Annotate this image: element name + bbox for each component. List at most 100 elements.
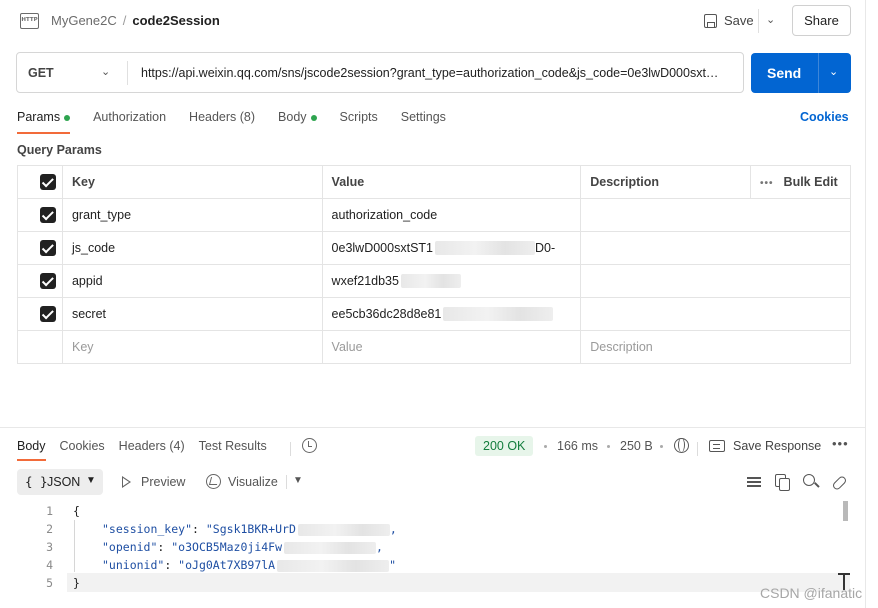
format-select[interactable]: { } JSON ▼ [17, 469, 103, 495]
tab-authorization[interactable]: Authorization [93, 110, 166, 134]
param-description[interactable] [580, 297, 851, 331]
bulk-edit-label: Bulk Edit [783, 175, 838, 189]
param-key[interactable]: secret [61, 297, 323, 331]
visualize-icon[interactable] [206, 474, 221, 489]
param-key[interactable]: appid [61, 264, 323, 298]
json-trailing: , [389, 522, 397, 536]
json-key: "openid" [102, 540, 158, 554]
code-line: "unionid": "oJg0At7XB97lA " [102, 558, 396, 572]
save-label: Save [724, 13, 754, 28]
tab-body[interactable]: Body [278, 110, 317, 134]
search-icon[interactable] [803, 474, 819, 490]
send-button[interactable]: Send ⌄ [751, 53, 851, 93]
visualize-chevron-down-icon[interactable]: ▼ [293, 475, 303, 486]
vertical-scrollbar[interactable] [843, 501, 848, 521]
pane-edge [865, 0, 866, 608]
table-row: grant_type authorization_code [17, 198, 851, 232]
tab-scripts[interactable]: Scripts [340, 110, 378, 134]
preview-button[interactable]: Preview [141, 475, 185, 489]
response-time[interactable]: 166 ms [557, 439, 598, 453]
breadcrumb-workspace[interactable]: MyGene2C [51, 13, 117, 28]
save-response-icon [709, 440, 725, 452]
json-value: "o3OCB5Maz0ji4Fw [171, 540, 283, 554]
save-button[interactable]: Save [704, 13, 754, 28]
tab-params[interactable]: Params [17, 110, 71, 134]
table-row: js_code 0e3lwD000sxtST1 D0- [17, 231, 851, 265]
row-checkbox-cell [17, 198, 63, 232]
bulk-edit-button[interactable]: ••• Bulk Edit [750, 165, 851, 199]
more-icon[interactable]: ••• [832, 436, 849, 451]
tab-label: Settings [400, 110, 446, 124]
response-size[interactable]: 250 B [620, 439, 653, 453]
divider [286, 475, 287, 489]
send-options-chevron-down-icon[interactable]: ⌄ [829, 65, 838, 78]
table-row-placeholder: Key Value Description [17, 330, 851, 364]
redacted-blur [284, 541, 377, 554]
request-url-bar: GET ⌄ https://api.weixin.qq.com/sns/jsco… [16, 52, 744, 93]
request-name[interactable]: code2Session [132, 13, 219, 28]
new-value-input[interactable]: Value [321, 330, 582, 364]
param-description[interactable] [580, 198, 851, 232]
divider [290, 442, 291, 456]
share-button[interactable]: Share [792, 5, 851, 36]
tab-settings[interactable]: Settings [401, 110, 446, 134]
param-value-cell[interactable]: 0e3lwD000sxtST1 D0- [321, 231, 582, 265]
current-line-highlight [67, 573, 850, 592]
response-body-editor[interactable]: 1 {2 "session_key": "Sgsk1BKR+UrD, 3 "openid… [17, 500, 850, 595]
link-icon[interactable] [831, 474, 847, 490]
row-checkbox[interactable] [40, 207, 56, 223]
save-options-chevron-down-icon[interactable]: ⌄ [766, 13, 775, 26]
row-checkbox-cell [17, 231, 63, 265]
param-value-cell[interactable]: wxef21db35 [321, 264, 582, 298]
visualize-button[interactable]: Visualize [228, 475, 278, 489]
select-all-checkbox[interactable] [40, 174, 56, 190]
empty-cell [17, 330, 63, 364]
watermark: CSDN @ifanatic [760, 585, 863, 601]
row-checkbox-cell [17, 264, 63, 298]
param-key[interactable]: js_code [61, 231, 323, 265]
row-checkbox[interactable] [40, 306, 56, 322]
new-description-input[interactable]: Description [580, 330, 851, 364]
history-icon[interactable] [302, 438, 317, 453]
format-label: JSON [47, 475, 81, 489]
save-response-button[interactable]: Save Response [709, 439, 821, 453]
request-tabs: Params Authorization Headers (8) Body Script… [17, 110, 469, 134]
indent-guide [74, 520, 75, 572]
param-key[interactable]: grant_type [61, 198, 323, 232]
param-value: 0e3lwD000sxtST1 [331, 240, 433, 255]
json-value: "Sgsk1BKR+UrD [205, 522, 296, 536]
url-input[interactable]: https://api.weixin.qq.com/sns/jscode2ses… [141, 66, 739, 80]
divider [758, 9, 759, 33]
redacted-blur [400, 274, 461, 289]
response-tabs: Body Cookies Headers (4) Test Results [17, 439, 281, 461]
param-value-cell[interactable]: ee5cb36dc28d8e81 [321, 297, 582, 331]
breadcrumb: MyGene2C / code2Session [51, 13, 220, 28]
wrap-lines-icon[interactable] [747, 474, 763, 490]
divider [697, 442, 698, 456]
tab-headers-8[interactable]: Headers (8) [189, 110, 255, 134]
globe-icon[interactable] [674, 438, 689, 453]
param-value-cell[interactable]: authorization_code [321, 198, 582, 232]
play-icon[interactable] [122, 476, 131, 488]
http-icon: HTTP [20, 13, 39, 29]
row-checkbox[interactable] [40, 273, 56, 289]
json-trailing: " [389, 558, 397, 572]
code-line: "session_key": "Sgsk1BKR+UrD, [102, 522, 397, 536]
cookies-link[interactable]: Cookies [800, 110, 849, 124]
copy-icon[interactable] [775, 474, 791, 491]
params-table: Key Value Description ••• Bulk Edit grant… [17, 165, 851, 364]
response-tab-cookies[interactable]: Cookies [60, 439, 105, 461]
response-tab-body[interactable]: Body [17, 439, 46, 461]
param-description[interactable] [580, 264, 851, 298]
row-checkbox[interactable] [40, 240, 56, 256]
param-description[interactable] [580, 231, 851, 265]
pane-divider[interactable] [0, 427, 865, 428]
response-tab-test-results[interactable]: Test Results [199, 439, 267, 461]
method-chevron-down-icon[interactable]: ⌄ [101, 65, 110, 78]
new-key-input[interactable]: Key [61, 330, 323, 364]
select-all-cell [17, 165, 63, 199]
method-select[interactable]: GET [28, 66, 54, 80]
response-tab-headers-4[interactable]: Headers (4) [119, 439, 185, 461]
json-key: "unionid" [102, 558, 165, 572]
code-line: "openid": "o3OCB5Maz0ji4Fw, [102, 540, 383, 554]
